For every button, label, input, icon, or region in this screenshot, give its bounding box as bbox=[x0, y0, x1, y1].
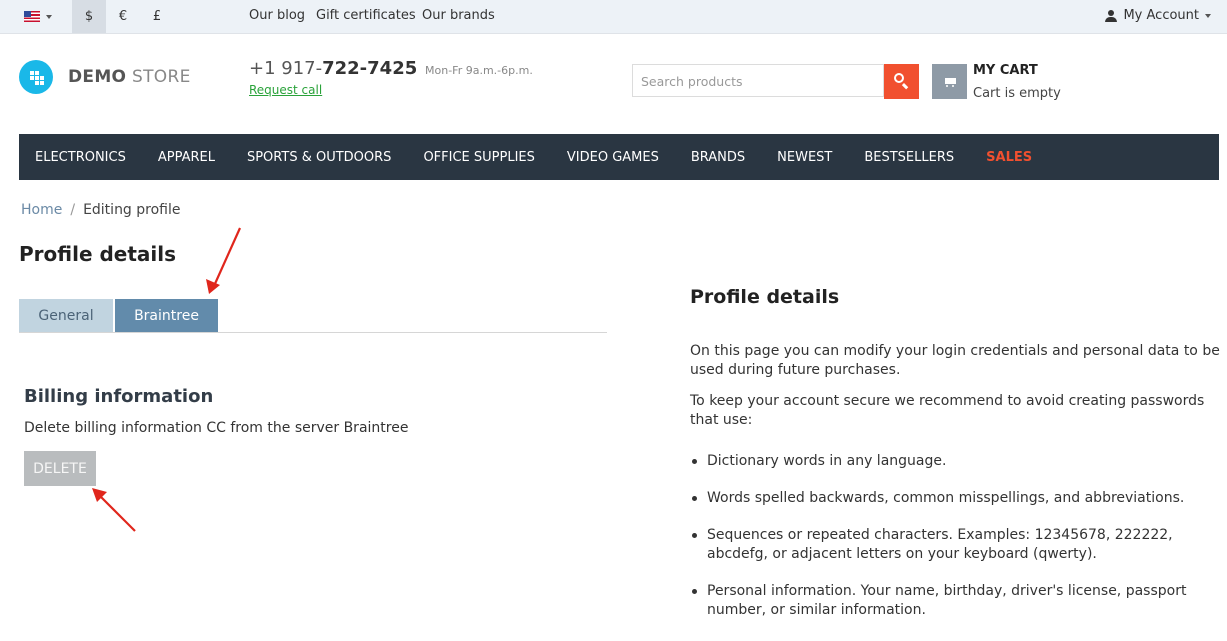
annotation-arrow-delete bbox=[92, 488, 136, 532]
annotation-arrow-tab bbox=[206, 227, 242, 294]
annotation-arrows bbox=[92, 227, 242, 532]
